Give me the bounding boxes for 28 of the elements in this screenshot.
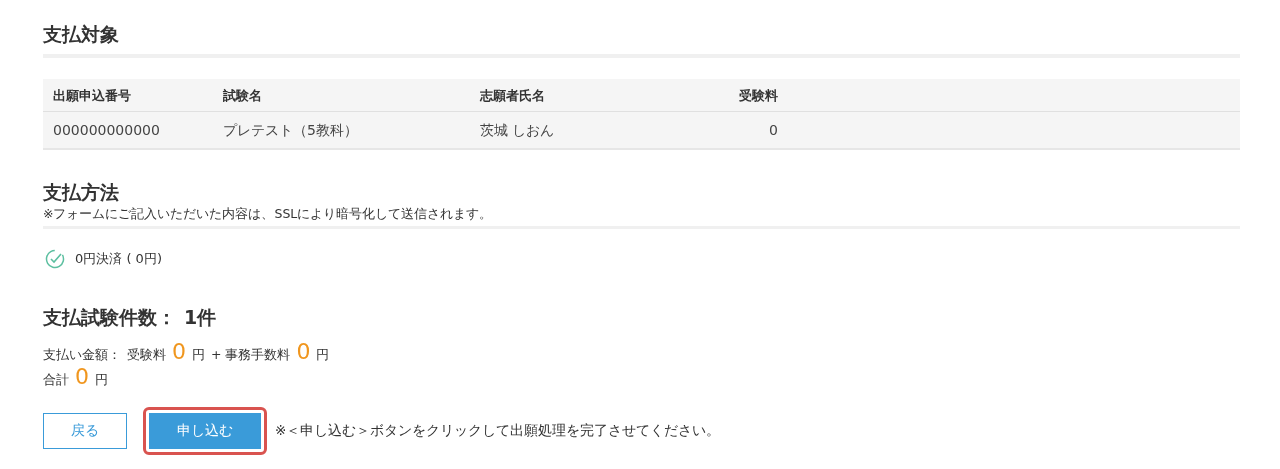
count-label: 支払試験件数： [43,305,176,330]
back-button[interactable]: 戻る [43,413,127,449]
column-header: 試験名 [213,79,470,112]
total-label: 合計 [43,372,69,389]
yen-unit: 円 [192,347,205,364]
table-cell-text: プレテスト（5教科） [222,121,359,140]
check-circle-icon[interactable] [45,249,65,269]
fee-label: 受験料 [127,347,166,364]
column-header: 志願者氏名 [470,79,660,112]
column-header: 受験料 [660,79,788,112]
table-cell-text: 000000000000 [52,121,161,140]
amount-label: 支払い金額： [43,347,121,364]
yen-unit: 円 [316,347,330,364]
column-header: 出願申込番号 [43,79,213,112]
section-title: 支払方法 [43,180,120,205]
table-cell-text: 0 [768,121,779,140]
payment-option-label: 0円決済 ( 0円) [75,250,162,268]
submit-button[interactable]: 申し込む [149,413,261,449]
submit-instruction: ※＜申し込む＞ボタンをクリックして出願処理を完了させてください。 [275,422,721,440]
yen-unit: 円 [95,372,108,389]
total-amount: 0 [75,364,89,389]
ssl-note: ※フォームにご記入いただいた内容は、SSLにより暗号化して送信されます。 [43,206,1240,229]
handling-fee-amount: 0 [296,339,311,364]
handling-fee-label: + 事務手数料 [211,347,291,364]
count-value: 1件 [184,305,217,330]
section-title: 支払対象 [43,22,1240,58]
table-cell-text: 茨城 しおん [479,121,556,140]
fee-amount: 0 [172,339,186,364]
